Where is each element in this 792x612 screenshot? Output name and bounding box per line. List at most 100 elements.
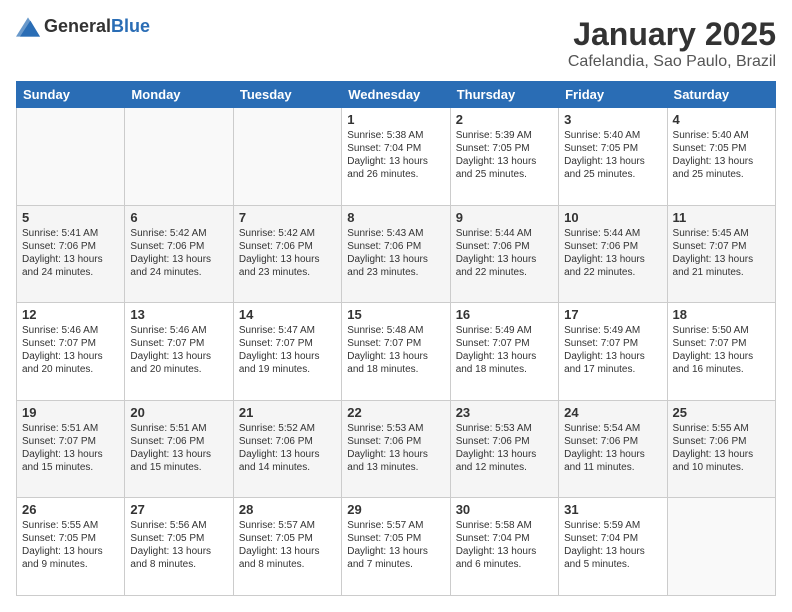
day-number: 11 [673, 210, 770, 225]
col-saturday: Saturday [667, 82, 775, 108]
day-number: 25 [673, 405, 770, 420]
day-number: 12 [22, 307, 119, 322]
day-number: 19 [22, 405, 119, 420]
calendar-week-row: 5 Sunrise: 5:41 AM Sunset: 7:06 PM Daylig… [17, 205, 776, 303]
cell-daylight-text: Sunrise: 5:56 AM Sunset: 7:05 PM Dayligh… [130, 519, 227, 571]
page-title: January 2025 [568, 16, 776, 53]
table-row: 29Sunrise: 5:57 AM Sunset: 7:05 PM Dayli… [342, 498, 450, 596]
logo: GeneralBlue [16, 16, 150, 37]
table-row [233, 108, 341, 206]
day-number: 3 [564, 112, 661, 127]
table-row [125, 108, 233, 206]
table-row [17, 108, 125, 206]
col-sunday: Sunday [17, 82, 125, 108]
cell-daylight-text: Sunrise: 5:42 AM Sunset: 7:06 PM Dayligh… [239, 227, 336, 279]
day-number: 15 [347, 307, 444, 322]
table-row: 15 Sunrise: 5:48 AM Sunset: 7:07 PM Dayli… [342, 303, 450, 401]
day-number: 21 [239, 405, 336, 420]
cell-daylight-text: Sunrise: 5:45 AM Sunset: 7:07 PM Dayligh… [673, 227, 770, 279]
cell-daylight-text: Sunrise: 5:54 AM Sunset: 7:06 PM Dayligh… [564, 422, 661, 474]
table-row: 5 Sunrise: 5:41 AM Sunset: 7:06 PM Daylig… [17, 205, 125, 303]
table-row [667, 498, 775, 596]
day-number: 18 [673, 307, 770, 322]
day-number: 10 [564, 210, 661, 225]
cell-daylight-text: Sunrise: 5:49 AM Sunset: 7:07 PM Dayligh… [456, 324, 553, 376]
table-row: 14 Sunrise: 5:47 AM Sunset: 7:07 PM Dayli… [233, 303, 341, 401]
col-wednesday: Wednesday [342, 82, 450, 108]
cell-daylight-text: Sunrise: 5:48 AM Sunset: 7:07 PM Dayligh… [347, 324, 444, 376]
cell-daylight-text: Sunrise: 5:41 AM Sunset: 7:06 PM Dayligh… [22, 227, 119, 279]
cell-daylight-text: Sunrise: 5:51 AM Sunset: 7:06 PM Dayligh… [130, 422, 227, 474]
col-tuesday: Tuesday [233, 82, 341, 108]
table-row: 25 Sunrise: 5:55 AM Sunset: 7:06 PM Dayli… [667, 400, 775, 498]
logo-general: General [44, 16, 111, 36]
table-row: 7 Sunrise: 5:42 AM Sunset: 7:06 PM Daylig… [233, 205, 341, 303]
table-row: 19Sunrise: 5:51 AM Sunset: 7:07 PM Dayli… [17, 400, 125, 498]
cell-daylight-text: Sunrise: 5:52 AM Sunset: 7:06 PM Dayligh… [239, 422, 336, 474]
cell-daylight-text: Sunrise: 5:57 AM Sunset: 7:05 PM Dayligh… [239, 519, 336, 571]
day-number: 5 [22, 210, 119, 225]
logo-blue: Blue [111, 16, 150, 36]
cell-daylight-text: Sunrise: 5:53 AM Sunset: 7:06 PM Dayligh… [456, 422, 553, 474]
day-number: 28 [239, 502, 336, 517]
table-row: 22 Sunrise: 5:53 AM Sunset: 7:06 PM Dayli… [342, 400, 450, 498]
table-row: 8Sunrise: 5:43 AM Sunset: 7:06 PM Daylig… [342, 205, 450, 303]
table-row: 12Sunrise: 5:46 AM Sunset: 7:07 PM Dayli… [17, 303, 125, 401]
cell-daylight-text: Sunrise: 5:40 AM Sunset: 7:05 PM Dayligh… [673, 129, 770, 181]
table-row: 1 Sunrise: 5:38 AM Sunset: 7:04 PM Daylig… [342, 108, 450, 206]
cell-daylight-text: Sunrise: 5:40 AM Sunset: 7:05 PM Dayligh… [564, 129, 661, 181]
table-row: 26 Sunrise: 5:55 AM Sunset: 7:05 PM Dayli… [17, 498, 125, 596]
day-number: 4 [673, 112, 770, 127]
day-number: 26 [22, 502, 119, 517]
col-thursday: Thursday [450, 82, 558, 108]
table-row: 2Sunrise: 5:39 AM Sunset: 7:05 PM Daylig… [450, 108, 558, 206]
day-number: 23 [456, 405, 553, 420]
table-row: 30Sunrise: 5:58 AM Sunset: 7:04 PM Dayli… [450, 498, 558, 596]
table-row: 11 Sunrise: 5:45 AM Sunset: 7:07 PM Dayli… [667, 205, 775, 303]
header: GeneralBlue January 2025 Cafelandia, Sao… [16, 16, 776, 71]
title-block: January 2025 Cafelandia, Sao Paulo, Braz… [568, 16, 776, 71]
calendar-week-row: 12 Sunrise: 5:46 AM Sunset: 7:07 PM Dayli… [17, 303, 776, 401]
table-row: 10 Sunrise: 5:44 AM Sunset: 7:06 PM Dayli… [559, 205, 667, 303]
day-number: 7 [239, 210, 336, 225]
calendar-header-row: Sunday Monday Tuesday Wednesday Thursday… [17, 82, 776, 108]
cell-daylight-text: Sunrise: 5:46 AM Sunset: 7:07 PM Dayligh… [130, 324, 227, 376]
cell-daylight-text: Sunrise: 5:50 AM Sunset: 7:07 PM Dayligh… [673, 324, 770, 376]
logo-icon [16, 17, 40, 37]
cell-daylight-text: Sunrise: 5:38 AM Sunset: 7:04 PM Dayligh… [347, 129, 444, 181]
cell-daylight-text: Sunrise: 5:43 AM Sunset: 7:06 PM Dayligh… [347, 227, 444, 279]
cell-daylight-text: Sunrise: 5:57 AM Sunset: 7:05 PM Dayligh… [347, 519, 444, 571]
cell-daylight-text: Sunrise: 5:44 AM Sunset: 7:06 PM Dayligh… [564, 227, 661, 279]
calendar-week-row: 1 Sunrise: 5:38 AM Sunset: 7:04 PM Daylig… [17, 108, 776, 206]
cell-daylight-text: Sunrise: 5:55 AM Sunset: 7:06 PM Dayligh… [673, 422, 770, 474]
cell-daylight-text: Sunrise: 5:47 AM Sunset: 7:07 PM Dayligh… [239, 324, 336, 376]
table-row: 28 Sunrise: 5:57 AM Sunset: 7:05 PM Dayli… [233, 498, 341, 596]
day-number: 13 [130, 307, 227, 322]
day-number: 14 [239, 307, 336, 322]
table-row: 23 Sunrise: 5:53 AM Sunset: 7:06 PM Dayli… [450, 400, 558, 498]
cell-daylight-text: Sunrise: 5:49 AM Sunset: 7:07 PM Dayligh… [564, 324, 661, 376]
cell-daylight-text: Sunrise: 5:44 AM Sunset: 7:06 PM Dayligh… [456, 227, 553, 279]
table-row: 16 Sunrise: 5:49 AM Sunset: 7:07 PM Dayli… [450, 303, 558, 401]
location-subtitle: Cafelandia, Sao Paulo, Brazil [568, 53, 776, 71]
day-number: 22 [347, 405, 444, 420]
day-number: 31 [564, 502, 661, 517]
table-row: 27Sunrise: 5:56 AM Sunset: 7:05 PM Dayli… [125, 498, 233, 596]
day-number: 6 [130, 210, 227, 225]
table-row: 18 Sunrise: 5:50 AM Sunset: 7:07 PM Dayli… [667, 303, 775, 401]
table-row: 9 Sunrise: 5:44 AM Sunset: 7:06 PM Daylig… [450, 205, 558, 303]
table-row: 17Sunrise: 5:49 AM Sunset: 7:07 PM Dayli… [559, 303, 667, 401]
table-row: 13 Sunrise: 5:46 AM Sunset: 7:07 PM Dayli… [125, 303, 233, 401]
day-number: 16 [456, 307, 553, 322]
table-row: 24Sunrise: 5:54 AM Sunset: 7:06 PM Dayli… [559, 400, 667, 498]
cell-daylight-text: Sunrise: 5:59 AM Sunset: 7:04 PM Dayligh… [564, 519, 661, 571]
day-number: 9 [456, 210, 553, 225]
day-number: 1 [347, 112, 444, 127]
col-monday: Monday [125, 82, 233, 108]
cell-daylight-text: Sunrise: 5:39 AM Sunset: 7:05 PM Dayligh… [456, 129, 553, 181]
cell-daylight-text: Sunrise: 5:42 AM Sunset: 7:06 PM Dayligh… [130, 227, 227, 279]
cell-daylight-text: Sunrise: 5:53 AM Sunset: 7:06 PM Dayligh… [347, 422, 444, 474]
table-row: 31 Sunrise: 5:59 AM Sunset: 7:04 PM Dayli… [559, 498, 667, 596]
cell-daylight-text: Sunrise: 5:55 AM Sunset: 7:05 PM Dayligh… [22, 519, 119, 571]
col-friday: Friday [559, 82, 667, 108]
